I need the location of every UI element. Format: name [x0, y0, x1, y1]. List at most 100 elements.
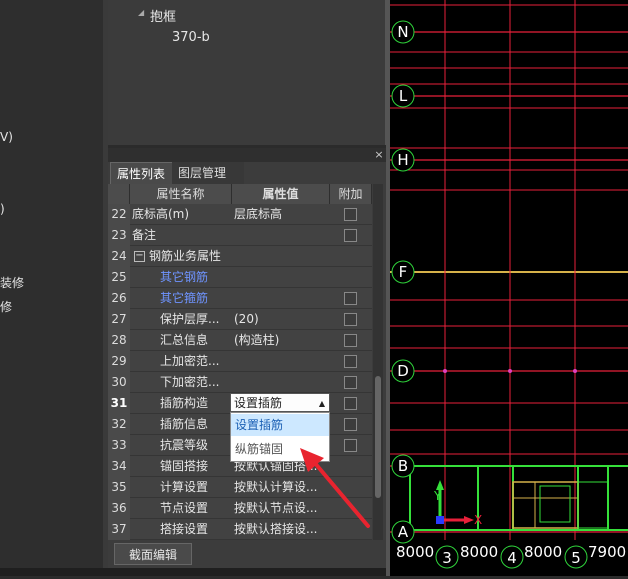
axis-label: L — [399, 87, 408, 105]
axis-label: D — [397, 362, 409, 380]
axis-bubble-F: F — [391, 260, 415, 284]
row-number: 26 — [108, 288, 130, 309]
row-number: 23 — [108, 225, 130, 246]
property-value[interactable]: (20) — [234, 309, 334, 330]
axis-bubble-H: H — [391, 148, 415, 172]
row-number: 29 — [108, 351, 130, 372]
axis-label: N — [397, 23, 408, 41]
row-number: 25 — [108, 267, 130, 288]
property-value[interactable] — [234, 372, 334, 393]
row-number: 30 — [108, 372, 130, 393]
table-row[interactable]: 27 保护层厚... (20) — [108, 309, 372, 330]
extra-checkbox[interactable] — [344, 418, 357, 431]
header-value[interactable]: 属性值 — [232, 184, 330, 204]
property-name: − 钢筋业务属性 — [134, 246, 221, 267]
header-number — [108, 184, 130, 204]
close-icon[interactable]: × — [372, 148, 386, 162]
axis-label: B — [398, 457, 408, 475]
axis-bubble-A: A — [391, 520, 415, 544]
tree-expander-icon[interactable]: ◢ — [138, 8, 144, 17]
table-row[interactable]: 28 汇总信息 (构造柱) — [108, 330, 372, 351]
dimension-text: 8000 — [460, 543, 498, 561]
dimension-text: 8000 — [396, 543, 434, 561]
row-number: 28 — [108, 330, 130, 351]
panel-titlebar — [108, 148, 389, 162]
property-name: 插筋信息 — [160, 417, 209, 431]
insert-rebar-combo[interactable]: 设置插筋 ▲ — [230, 393, 330, 412]
grid-intersection-dot — [508, 369, 512, 373]
axis-label: A — [398, 523, 409, 541]
axis-bubble-L: L — [391, 84, 415, 108]
header-extra[interactable]: 附加 — [330, 184, 372, 204]
row-number: 31 — [108, 393, 130, 414]
property-value[interactable]: 层底标高 — [234, 204, 334, 225]
extra-checkbox[interactable] — [344, 355, 357, 368]
row-number: 27 — [108, 309, 130, 330]
tree-item-parent[interactable]: 抱框 — [150, 6, 176, 25]
table-row[interactable]: 29 上加密范... — [108, 351, 372, 372]
property-name: 搭接设置 — [160, 522, 209, 536]
table-row[interactable]: 25 其它钢筋 — [108, 267, 372, 288]
table-row[interactable]: 30 下加密范... — [108, 372, 372, 393]
property-name: 汇总信息 — [160, 333, 209, 347]
left-fragment-text: ) — [0, 202, 5, 216]
property-value[interactable] — [234, 267, 334, 288]
property-name: 下加密范... — [160, 375, 220, 389]
property-name: 锚固搭接 — [160, 459, 209, 473]
property-name: 保护层厚... — [160, 312, 220, 326]
property-value[interactable] — [234, 351, 334, 372]
combo-value: 设置插筋 — [234, 396, 283, 410]
section-edit-button[interactable]: 截面编辑 — [114, 543, 192, 565]
table-row[interactable]: 23 备注 — [108, 225, 372, 246]
extra-checkbox[interactable] — [344, 292, 357, 305]
axis-label: F — [399, 263, 408, 281]
property-name: 其它箍筋 — [160, 291, 209, 305]
extra-checkbox[interactable] — [344, 376, 357, 389]
component-tree: ◢ 抱框 370-b — [108, 0, 389, 145]
property-value[interactable]: (构造柱) — [234, 330, 334, 351]
row-number: 24 — [108, 246, 130, 267]
extra-checkbox[interactable] — [344, 397, 357, 410]
tab-layer-manager[interactable]: 图层管理 — [172, 162, 244, 184]
cad-canvas[interactable]: Y X N L H F D B A 3 4 5 8000 8000 8000 7900 — [308, 0, 628, 576]
property-name: 节点设置 — [160, 501, 209, 515]
row-number: 22 — [108, 204, 130, 225]
extra-checkbox[interactable] — [344, 334, 357, 347]
dimension-text: 8000 — [524, 543, 562, 561]
axis-bubble-3: 3 — [435, 545, 459, 569]
extra-checkbox[interactable] — [344, 229, 357, 242]
property-value[interactable] — [234, 246, 334, 267]
table-row[interactable]: 26 其它箍筋 — [108, 288, 372, 309]
chevron-up-icon[interactable]: ▲ — [319, 394, 325, 413]
property-name: 其它钢筋 — [160, 270, 209, 284]
cad-drawing[interactable]: Y X N L H F D B A 3 4 5 8000 8000 8000 7900 — [308, 0, 628, 576]
header-name[interactable]: 属性名称 — [130, 184, 232, 204]
table-row[interactable]: 22 底标高(m) 层底标高 — [108, 204, 372, 225]
tree-item-child[interactable]: 370-b — [172, 30, 210, 45]
property-name: 抗震等级 — [160, 438, 209, 452]
property-value[interactable] — [234, 288, 334, 309]
axis-bubble-D: D — [391, 359, 415, 383]
group-label: 钢筋业务属性 — [149, 249, 222, 263]
axis-bubble-4: 4 — [500, 545, 524, 569]
grid-intersection-dot — [443, 369, 447, 373]
extra-checkbox[interactable] — [344, 208, 357, 221]
axis-bubble-B: B — [391, 454, 415, 478]
property-value[interactable] — [234, 225, 334, 246]
property-name: 备注 — [132, 228, 157, 242]
extra-checkbox[interactable] — [344, 313, 357, 326]
row-number: 35 — [108, 477, 130, 498]
table-row[interactable]: 24− 钢筋业务属性 — [108, 246, 372, 267]
row-number: 33 — [108, 435, 130, 456]
row-number: 36 — [108, 498, 130, 519]
axis-label: 3 — [442, 549, 452, 567]
dropdown-option-set-insert[interactable]: 设置插筋 — [231, 414, 329, 436]
row-number: 32 — [108, 414, 130, 435]
annotation-arrow-overlay — [300, 448, 370, 528]
axis-label: 5 — [571, 549, 581, 567]
axis-bubble-5: 5 — [564, 545, 588, 569]
status-bar — [0, 568, 389, 576]
grid-intersection-dot — [573, 369, 577, 373]
ucs-icon: Y X — [433, 480, 482, 527]
collapse-icon[interactable]: − — [134, 251, 145, 262]
